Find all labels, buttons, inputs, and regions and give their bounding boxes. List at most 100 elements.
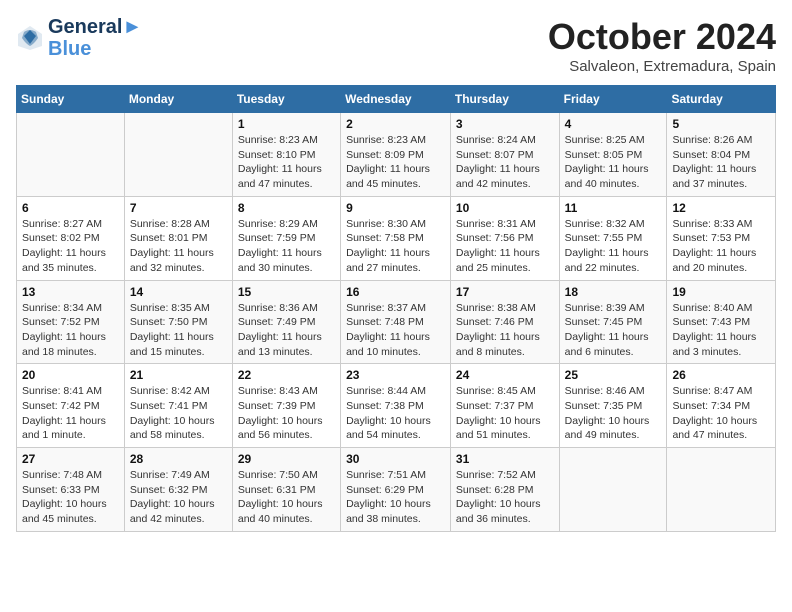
calendar-cell: 31Sunrise: 7:52 AM Sunset: 6:28 PM Dayli… — [450, 448, 559, 532]
day-info: Sunrise: 8:47 AM Sunset: 7:34 PM Dayligh… — [672, 384, 770, 443]
day-info: Sunrise: 8:30 AM Sunset: 7:58 PM Dayligh… — [346, 217, 445, 276]
day-number: 6 — [22, 201, 119, 215]
calendar-week-3: 13 Sunrise: 8:34 AM Sunset: 7:52 PM Dayli… — [17, 280, 776, 364]
day-number: 8 — [238, 201, 335, 215]
logo: General► Blue — [16, 16, 142, 60]
weekday-header-sunday: Sunday — [17, 86, 125, 113]
weekday-header-friday: Friday — [559, 86, 667, 113]
weekday-header-wednesday: Wednesday — [341, 86, 451, 113]
calendar-cell: 13 Sunrise: 8:34 AM Sunset: 7:52 PM Dayli… — [17, 280, 125, 364]
weekday-header-saturday: Saturday — [667, 86, 776, 113]
day-info: Sunrise: 8:32 AM Sunset: 7:55 PM Dayligh… — [565, 217, 662, 276]
calendar-cell — [124, 113, 232, 197]
day-number: 15 — [238, 285, 335, 299]
day-number: 29 — [238, 452, 335, 466]
weekday-header-monday: Monday — [124, 86, 232, 113]
day-info: Sunrise: 8:37 AM Sunset: 7:48 PM Dayligh… — [346, 301, 445, 360]
calendar-cell: 29 Sunrise: 7:50 AM Sunset: 6:31 PM Dayli… — [232, 448, 340, 532]
calendar-cell: 9Sunrise: 8:30 AM Sunset: 7:58 PM Daylig… — [341, 196, 451, 280]
calendar-cell: 3 Sunrise: 8:24 AM Sunset: 8:07 PM Daylig… — [450, 113, 559, 197]
day-number: 21 — [130, 368, 227, 382]
day-info: Sunrise: 8:42 AM Sunset: 7:41 PM Dayligh… — [130, 384, 227, 443]
calendar-cell: 19 Sunrise: 8:40 AM Sunset: 7:43 PM Dayli… — [667, 280, 776, 364]
calendar-cell: 11Sunrise: 8:32 AM Sunset: 7:55 PM Dayli… — [559, 196, 667, 280]
calendar-cell: 2Sunrise: 8:23 AM Sunset: 8:09 PM Daylig… — [341, 113, 451, 197]
calendar-week-1: 1Sunrise: 8:23 AM Sunset: 8:10 PM Daylig… — [17, 113, 776, 197]
calendar-cell: 20Sunrise: 8:41 AM Sunset: 7:42 PM Dayli… — [17, 364, 125, 448]
calendar-cell: 25Sunrise: 8:46 AM Sunset: 7:35 PM Dayli… — [559, 364, 667, 448]
calendar-cell: 24Sunrise: 8:45 AM Sunset: 7:37 PM Dayli… — [450, 364, 559, 448]
day-info: Sunrise: 7:52 AM Sunset: 6:28 PM Dayligh… — [456, 468, 554, 527]
day-info: Sunrise: 8:36 AM Sunset: 7:49 PM Dayligh… — [238, 301, 335, 360]
day-info: Sunrise: 8:23 AM Sunset: 8:09 PM Dayligh… — [346, 133, 445, 192]
calendar-cell: 12 Sunrise: 8:33 AM Sunset: 7:53 PM Dayli… — [667, 196, 776, 280]
day-number: 19 — [672, 285, 770, 299]
day-info: Sunrise: 8:27 AM Sunset: 8:02 PM Dayligh… — [22, 217, 119, 276]
day-info: Sunrise: 8:33 AM Sunset: 7:53 PM Dayligh… — [672, 217, 770, 276]
calendar-cell: 21 Sunrise: 8:42 AM Sunset: 7:41 PM Dayli… — [124, 364, 232, 448]
title-block: October 2024 Salvaleon, Extremadura, Spa… — [548, 16, 776, 75]
day-number: 4 — [565, 117, 662, 131]
day-info: Sunrise: 8:46 AM Sunset: 7:35 PM Dayligh… — [565, 384, 662, 443]
weekday-header-thursday: Thursday — [450, 86, 559, 113]
day-number: 27 — [22, 452, 119, 466]
day-info: Sunrise: 8:24 AM Sunset: 8:07 PM Dayligh… — [456, 133, 554, 192]
day-info: Sunrise: 8:29 AM Sunset: 7:59 PM Dayligh… — [238, 217, 335, 276]
day-info: Sunrise: 8:25 AM Sunset: 8:05 PM Dayligh… — [565, 133, 662, 192]
day-info: Sunrise: 8:26 AM Sunset: 8:04 PM Dayligh… — [672, 133, 770, 192]
day-number: 26 — [672, 368, 770, 382]
page-header: General► Blue October 2024 Salvaleon, Ex… — [16, 16, 776, 75]
weekday-header-tuesday: Tuesday — [232, 86, 340, 113]
logo-icon — [16, 24, 44, 52]
day-info: Sunrise: 7:50 AM Sunset: 6:31 PM Dayligh… — [238, 468, 335, 527]
day-number: 5 — [672, 117, 770, 131]
day-info: Sunrise: 8:34 AM Sunset: 7:52 PM Dayligh… — [22, 301, 119, 360]
day-number: 16 — [346, 285, 445, 299]
calendar-cell: 18 Sunrise: 8:39 AM Sunset: 7:45 PM Dayli… — [559, 280, 667, 364]
calendar-cell: 1Sunrise: 8:23 AM Sunset: 8:10 PM Daylig… — [232, 113, 340, 197]
calendar-cell: 26 Sunrise: 8:47 AM Sunset: 7:34 PM Dayli… — [667, 364, 776, 448]
calendar-cell: 8 Sunrise: 8:29 AM Sunset: 7:59 PM Daylig… — [232, 196, 340, 280]
day-info: Sunrise: 8:31 AM Sunset: 7:56 PM Dayligh… — [456, 217, 554, 276]
day-info: Sunrise: 8:35 AM Sunset: 7:50 PM Dayligh… — [130, 301, 227, 360]
calendar-cell: 23 Sunrise: 8:44 AM Sunset: 7:38 PM Dayli… — [341, 364, 451, 448]
day-info: Sunrise: 8:38 AM Sunset: 7:46 PM Dayligh… — [456, 301, 554, 360]
day-number: 22 — [238, 368, 335, 382]
day-info: Sunrise: 8:40 AM Sunset: 7:43 PM Dayligh… — [672, 301, 770, 360]
calendar-cell: 15 Sunrise: 8:36 AM Sunset: 7:49 PM Dayli… — [232, 280, 340, 364]
calendar-table: SundayMondayTuesdayWednesdayThursdayFrid… — [16, 85, 776, 532]
day-info: Sunrise: 8:39 AM Sunset: 7:45 PM Dayligh… — [565, 301, 662, 360]
day-info: Sunrise: 8:28 AM Sunset: 8:01 PM Dayligh… — [130, 217, 227, 276]
day-info: Sunrise: 7:48 AM Sunset: 6:33 PM Dayligh… — [22, 468, 119, 527]
day-number: 3 — [456, 117, 554, 131]
calendar-cell: 22Sunrise: 8:43 AM Sunset: 7:39 PM Dayli… — [232, 364, 340, 448]
day-info: Sunrise: 7:49 AM Sunset: 6:32 PM Dayligh… — [130, 468, 227, 527]
calendar-cell: 28 Sunrise: 7:49 AM Sunset: 6:32 PM Dayli… — [124, 448, 232, 532]
calendar-cell: 30Sunrise: 7:51 AM Sunset: 6:29 PM Dayli… — [341, 448, 451, 532]
calendar-cell: 5 Sunrise: 8:26 AM Sunset: 8:04 PM Daylig… — [667, 113, 776, 197]
calendar-cell: 4 Sunrise: 8:25 AM Sunset: 8:05 PM Daylig… — [559, 113, 667, 197]
day-info: Sunrise: 8:44 AM Sunset: 7:38 PM Dayligh… — [346, 384, 445, 443]
calendar-cell: 14 Sunrise: 8:35 AM Sunset: 7:50 PM Dayli… — [124, 280, 232, 364]
day-number: 13 — [22, 285, 119, 299]
calendar-week-5: 27 Sunrise: 7:48 AM Sunset: 6:33 PM Dayli… — [17, 448, 776, 532]
day-number: 30 — [346, 452, 445, 466]
day-number: 18 — [565, 285, 662, 299]
day-number: 17 — [456, 285, 554, 299]
calendar-cell: 10 Sunrise: 8:31 AM Sunset: 7:56 PM Dayli… — [450, 196, 559, 280]
calendar-cell: 16 Sunrise: 8:37 AM Sunset: 7:48 PM Dayli… — [341, 280, 451, 364]
day-number: 10 — [456, 201, 554, 215]
calendar-cell: 27 Sunrise: 7:48 AM Sunset: 6:33 PM Dayli… — [17, 448, 125, 532]
day-number: 23 — [346, 368, 445, 382]
day-number: 1 — [238, 117, 335, 131]
day-info: Sunrise: 8:41 AM Sunset: 7:42 PM Dayligh… — [22, 384, 119, 443]
calendar-week-4: 20Sunrise: 8:41 AM Sunset: 7:42 PM Dayli… — [17, 364, 776, 448]
day-number: 14 — [130, 285, 227, 299]
day-number: 12 — [672, 201, 770, 215]
calendar-cell: 17 Sunrise: 8:38 AM Sunset: 7:46 PM Dayli… — [450, 280, 559, 364]
day-number: 28 — [130, 452, 227, 466]
calendar-week-2: 6 Sunrise: 8:27 AM Sunset: 8:02 PM Daylig… — [17, 196, 776, 280]
day-number: 24 — [456, 368, 554, 382]
calendar-cell: 6 Sunrise: 8:27 AM Sunset: 8:02 PM Daylig… — [17, 196, 125, 280]
calendar-cell: 7Sunrise: 8:28 AM Sunset: 8:01 PM Daylig… — [124, 196, 232, 280]
